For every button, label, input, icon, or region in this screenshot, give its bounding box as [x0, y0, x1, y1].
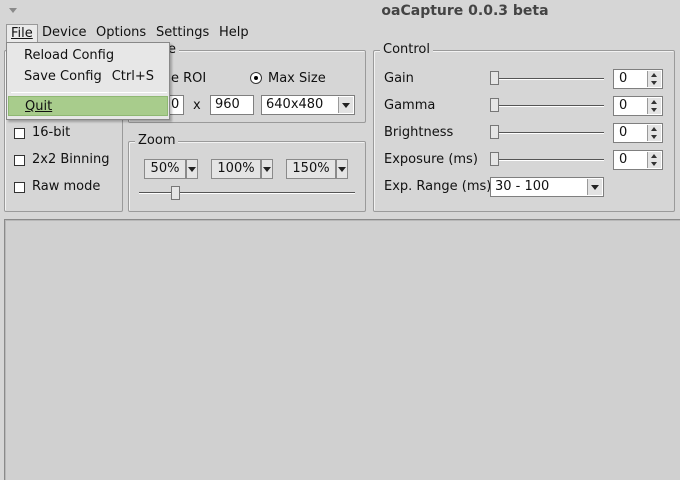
zoom-50-menu-button[interactable] — [186, 159, 198, 179]
exp-range-value: 30 - 100 — [495, 179, 550, 194]
zoom-100-menu-button[interactable] — [261, 159, 273, 179]
exposure-label: Exposure (ms) — [384, 152, 478, 167]
gain-slider[interactable] — [490, 78, 604, 80]
binning-checkbox[interactable] — [14, 155, 25, 166]
raw-mode-label[interactable]: Raw mode — [32, 179, 100, 194]
window-menu-icon[interactable] — [8, 7, 18, 15]
brightness-slider-handle[interactable] — [490, 125, 499, 139]
gamma-value: 0 — [619, 98, 628, 113]
zoom-50-button[interactable]: 50% — [144, 159, 186, 179]
zoom-group-title: Zoom — [135, 133, 179, 148]
gain-spinbox[interactable]: 0 — [613, 69, 663, 89]
exposure-spinbox[interactable]: 0 — [613, 150, 663, 170]
brightness-slider[interactable] — [490, 132, 604, 134]
menu-file[interactable]: File — [6, 24, 38, 42]
exposure-slider-handle[interactable] — [490, 152, 499, 166]
spin-arrows-icon[interactable] — [647, 98, 661, 114]
zoom-100-button[interactable]: 100% — [211, 159, 261, 179]
chevron-down-icon — [587, 179, 602, 195]
roi-height-input[interactable]: 960 — [210, 95, 254, 115]
preview-area[interactable] — [4, 219, 680, 480]
menu-item-quit[interactable]: Quit — [8, 96, 168, 116]
save-config-label: Save Config — [24, 69, 102, 84]
max-size-radio[interactable] — [250, 72, 262, 84]
menu-item-save-config[interactable]: Save Config Ctrl+S — [8, 67, 168, 87]
save-config-shortcut: Ctrl+S — [111, 69, 154, 84]
gamma-label: Gamma — [384, 98, 436, 113]
exp-range-select[interactable]: 30 - 100 — [490, 177, 604, 197]
max-size-label[interactable]: Max Size — [268, 71, 326, 86]
zoom-150-menu-button[interactable] — [336, 159, 348, 179]
spin-arrows-icon[interactable] — [647, 125, 661, 141]
gain-value: 0 — [619, 71, 628, 86]
menu-help[interactable]: Help — [215, 24, 253, 42]
menu-settings[interactable]: Settings — [152, 24, 213, 42]
resolution-select[interactable]: 640x480 — [261, 95, 355, 115]
x-separator: x — [193, 98, 201, 113]
sixteen-bit-checkbox[interactable] — [14, 128, 25, 139]
chevron-down-icon — [263, 167, 271, 172]
spin-arrows-icon[interactable] — [647, 152, 661, 168]
menu-separator — [11, 92, 167, 93]
chevron-down-icon — [338, 167, 346, 172]
resolution-value: 640x480 — [266, 97, 324, 112]
raw-mode-checkbox[interactable] — [14, 182, 25, 193]
gain-label: Gain — [384, 71, 414, 86]
quit-label: Quit — [25, 99, 53, 114]
brightness-label: Brightness — [384, 125, 454, 140]
gamma-spinbox[interactable]: 0 — [613, 96, 663, 116]
binning-label[interactable]: 2x2 Binning — [32, 152, 109, 167]
spin-arrows-icon[interactable] — [647, 71, 661, 87]
menu-item-reload-config[interactable]: Reload Config — [8, 46, 168, 66]
zoom-150-button[interactable]: 150% — [286, 159, 336, 179]
brightness-value: 0 — [619, 125, 628, 140]
chevron-down-icon — [188, 167, 196, 172]
file-menu-dropdown: Reload Config Save Config Ctrl+S Quit — [6, 42, 170, 120]
zoom-slider-handle[interactable] — [171, 186, 180, 200]
menu-device[interactable]: Device — [38, 24, 90, 42]
use-roi-label[interactable]: e ROI — [171, 71, 206, 86]
window-title: oaCapture 0.0.3 beta — [381, 3, 549, 19]
brightness-spinbox[interactable]: 0 — [613, 123, 663, 143]
sixteen-bit-label[interactable]: 16-bit — [32, 125, 70, 140]
exposure-value: 0 — [619, 152, 628, 167]
gamma-slider-handle[interactable] — [490, 98, 499, 112]
gain-slider-handle[interactable] — [490, 71, 499, 85]
exposure-slider[interactable] — [490, 159, 604, 161]
control-group-title: Control — [380, 42, 433, 57]
chevron-down-icon — [338, 97, 353, 113]
reload-config-label: Reload Config — [24, 48, 115, 63]
exp-range-label: Exp. Range (ms) — [384, 179, 492, 194]
menu-options[interactable]: Options — [92, 24, 150, 42]
gamma-slider[interactable] — [490, 105, 604, 107]
